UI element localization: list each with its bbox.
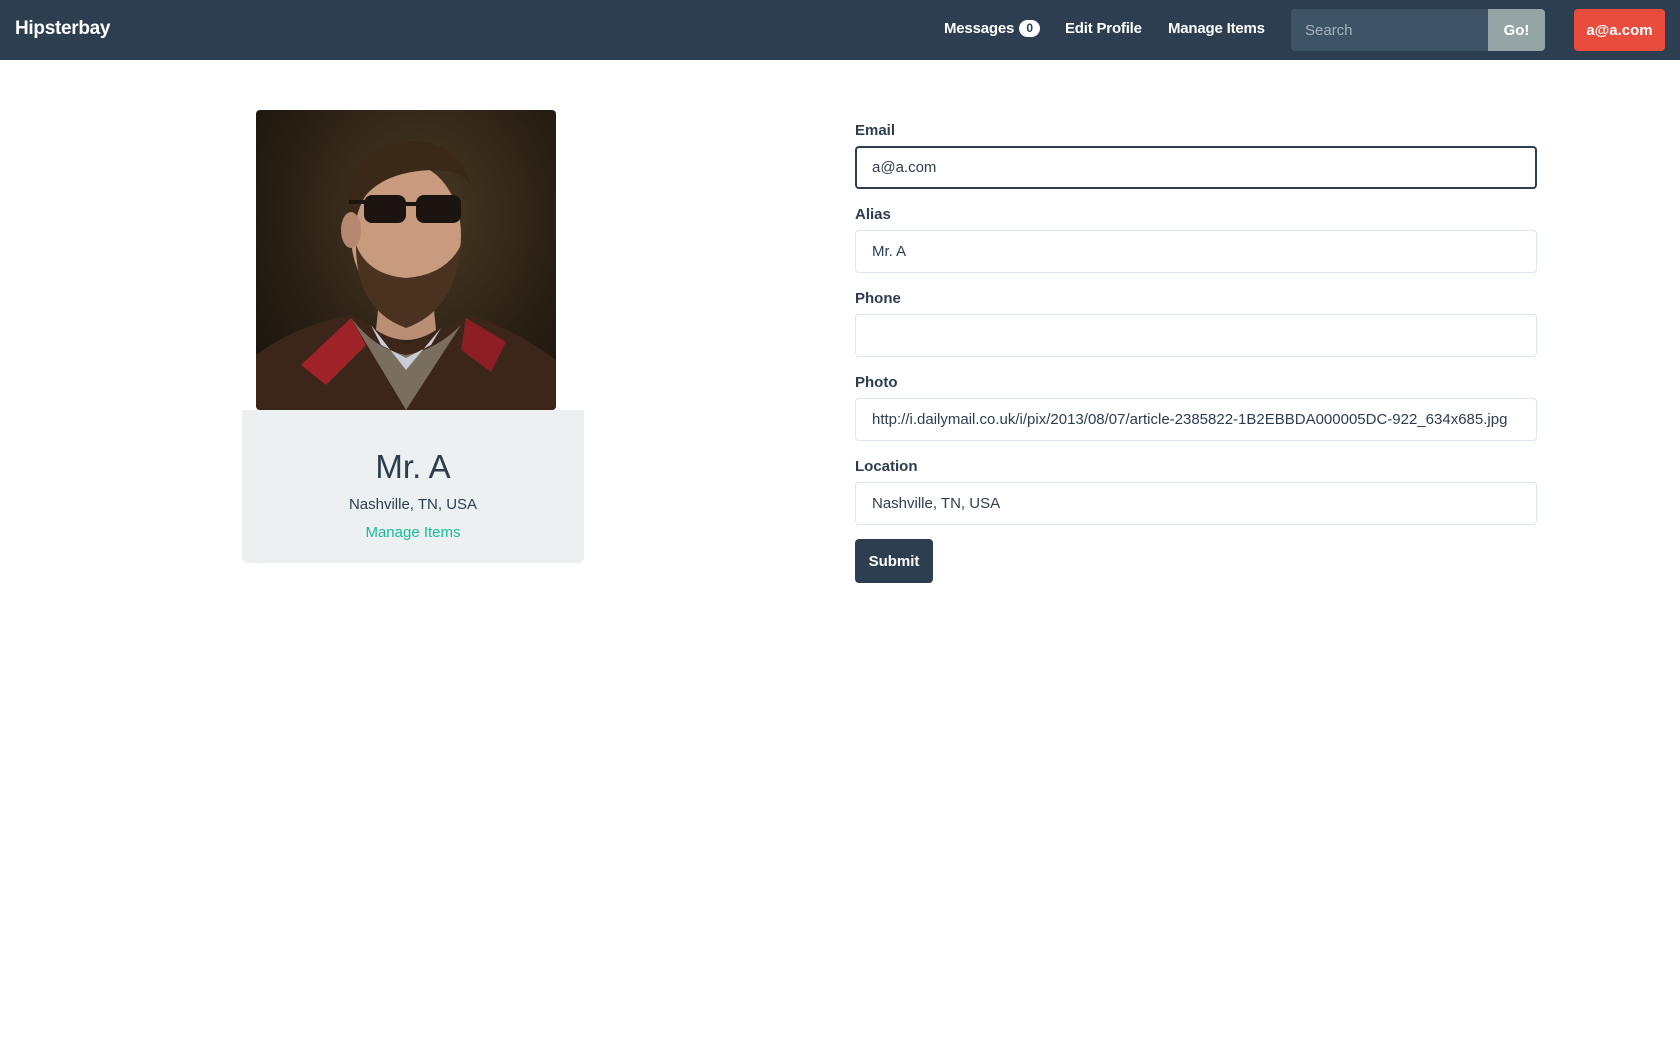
brand-logo[interactable]: Hipsterbay xyxy=(15,18,111,40)
photo-label: Photo xyxy=(855,374,898,391)
account-button[interactable]: a@a.com xyxy=(1574,9,1665,51)
phone-field[interactable] xyxy=(855,314,1537,357)
profile-card: Mr. A Nashville, TN, USA Manage Items xyxy=(242,410,584,563)
nav-manage-items[interactable]: Manage Items xyxy=(1168,20,1265,37)
email-field[interactable] xyxy=(855,146,1537,189)
manage-items-link[interactable]: Manage Items xyxy=(242,524,584,541)
profile-photo xyxy=(256,110,556,410)
submit-button[interactable]: Submit xyxy=(855,539,933,583)
portrait-image xyxy=(256,141,556,410)
navbar: Hipsterbay Messages 0 Edit Profile Manage… xyxy=(0,0,1680,60)
nav-edit-profile[interactable]: Edit Profile xyxy=(1065,20,1142,37)
location-label: Location xyxy=(855,458,918,475)
messages-count-badge: 0 xyxy=(1019,20,1041,37)
photo-url-field[interactable] xyxy=(855,398,1537,441)
phone-label: Phone xyxy=(855,290,901,307)
nav-messages[interactable]: Messages 0 xyxy=(944,20,1041,37)
alias-field[interactable] xyxy=(855,230,1537,273)
email-label: Email xyxy=(855,122,896,139)
nav-messages-label: Messages xyxy=(944,20,1015,37)
alias-label: Alias xyxy=(855,206,891,223)
location-field[interactable] xyxy=(855,482,1537,525)
profile-location: Nashville, TN, USA xyxy=(348,496,478,513)
profile-name: Mr. A xyxy=(375,448,451,485)
search-input[interactable] xyxy=(1291,9,1488,51)
search-go-button[interactable]: Go! xyxy=(1488,9,1545,51)
